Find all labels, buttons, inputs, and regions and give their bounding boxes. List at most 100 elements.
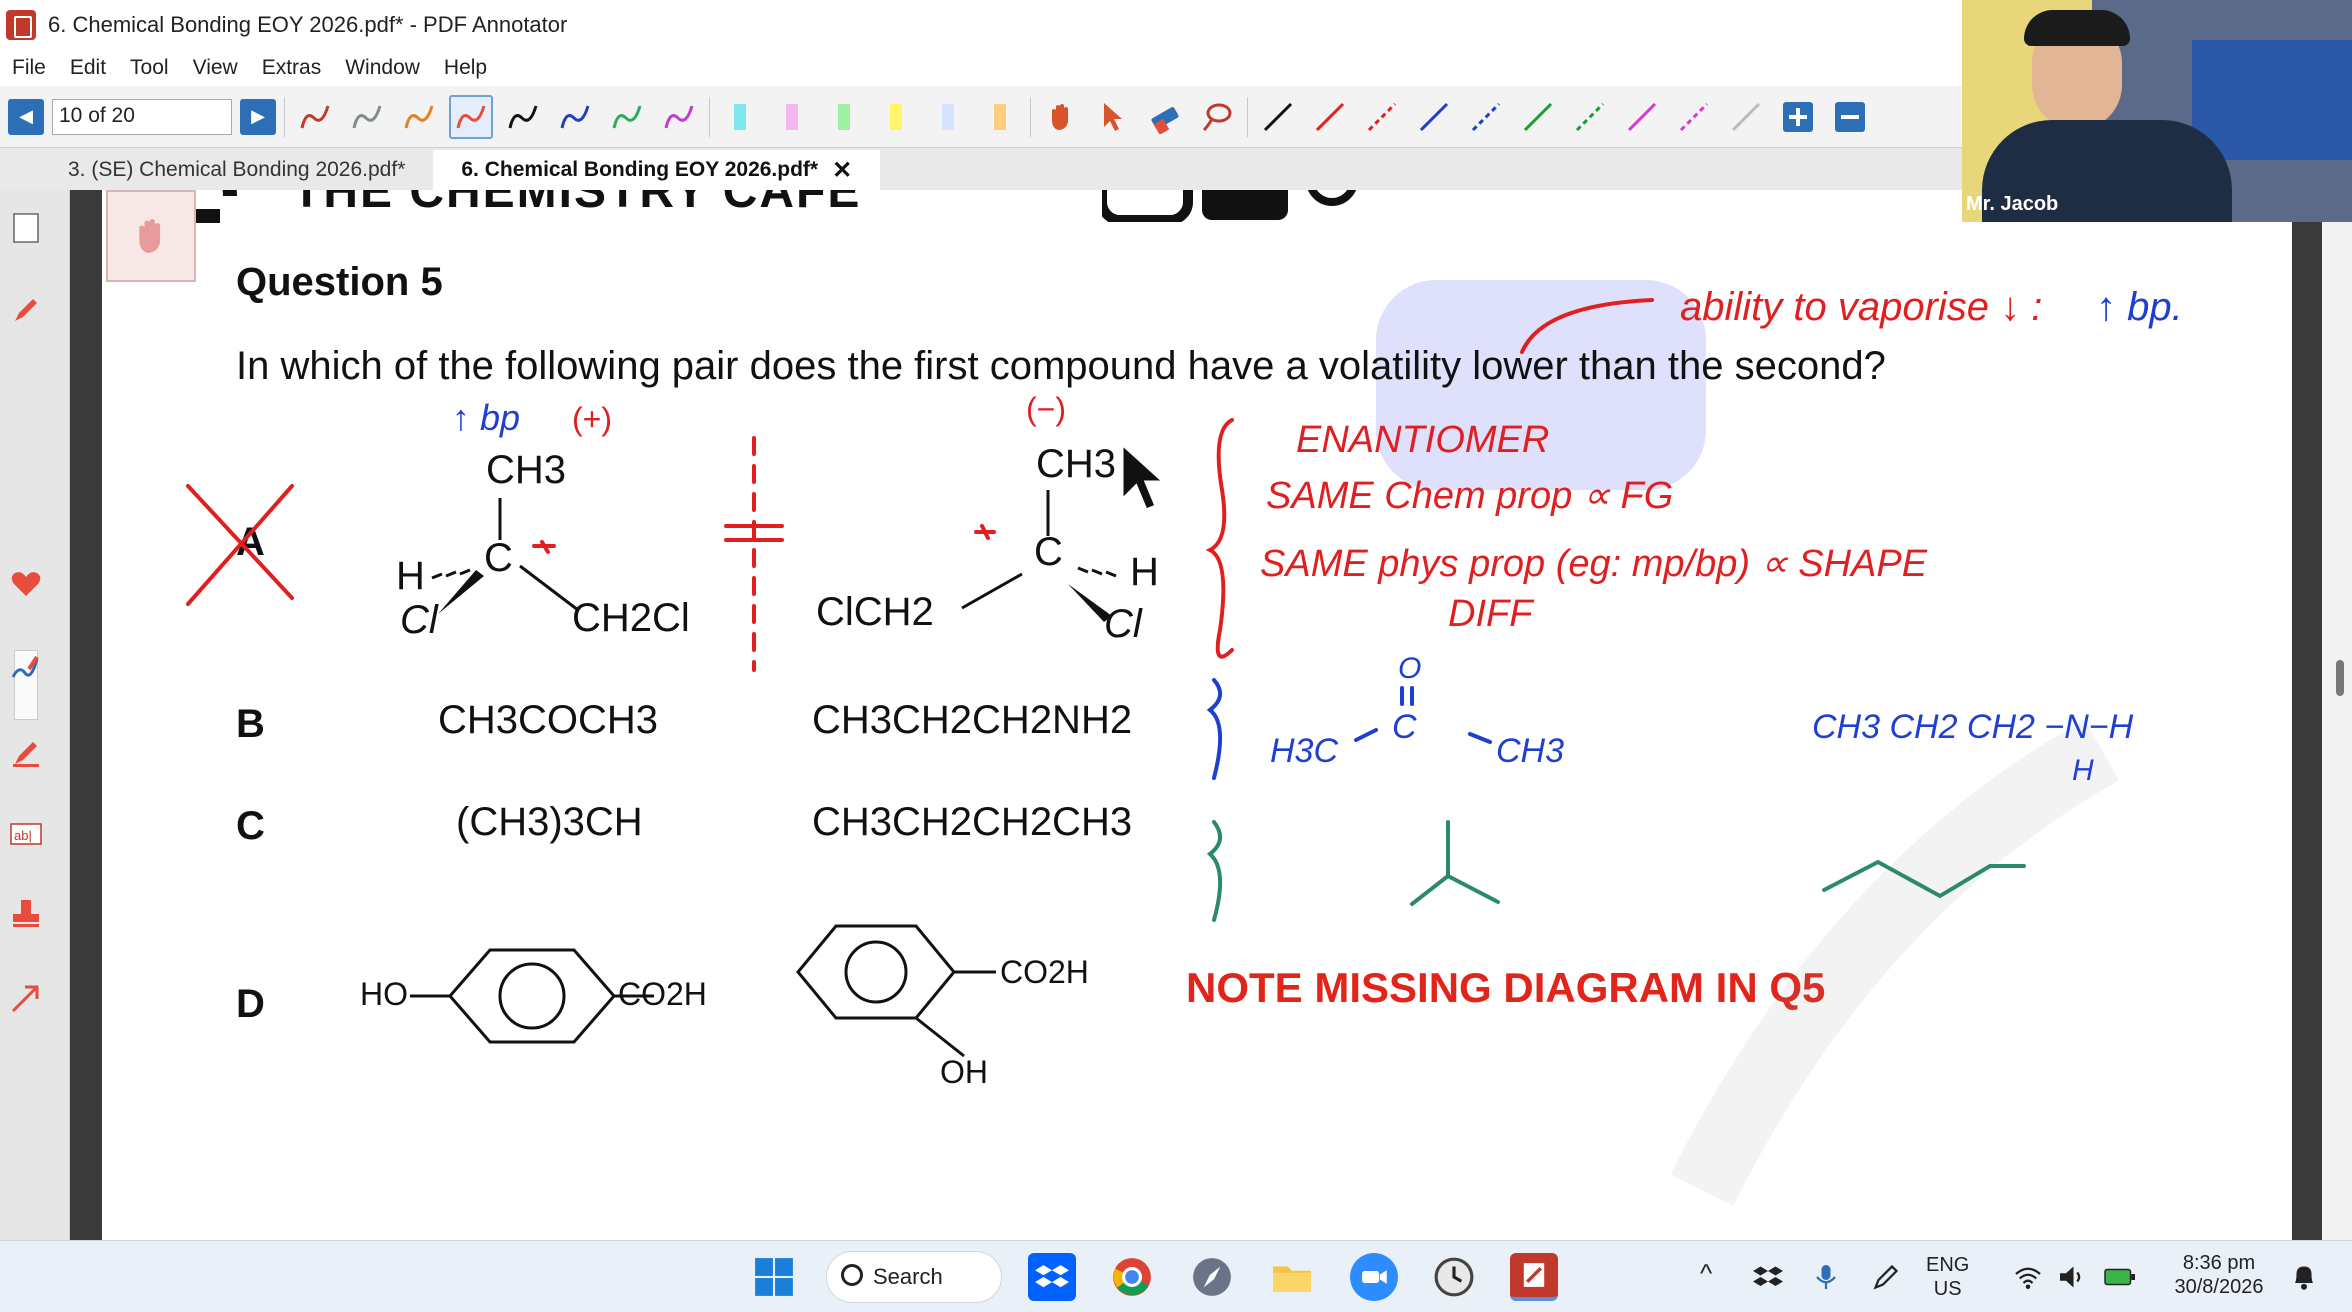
ink-ability-to-vaporise: ability to vaporise ↓ : bbox=[1680, 285, 2042, 329]
tab-label: 6. Chemical Bonding EOY 2026.pdf* bbox=[461, 158, 819, 181]
zoom-in-button[interactable] bbox=[1776, 95, 1820, 139]
menu-extras[interactable]: Extras bbox=[262, 56, 322, 80]
freehand-pen-icon bbox=[560, 105, 590, 128]
line-tool-5-button[interactable] bbox=[1464, 95, 1508, 139]
line-icon bbox=[1315, 102, 1345, 131]
highlighter-tool-6-button[interactable] bbox=[978, 95, 1022, 139]
b-first-compound: CH3COCH3 bbox=[438, 698, 659, 742]
pdf-annotator-icon[interactable] bbox=[1510, 1253, 1558, 1301]
text-box-button[interactable]: ab| bbox=[8, 815, 44, 851]
a2-left-group: ClCH2 bbox=[816, 590, 934, 634]
pen-tool-6-button[interactable] bbox=[553, 95, 597, 139]
a1-center-atom: C bbox=[484, 536, 513, 580]
pen-tray-icon[interactable] bbox=[1868, 1259, 1904, 1295]
close-tab-icon[interactable]: ✕ bbox=[832, 156, 852, 185]
taskbar-search-box[interactable]: Search bbox=[826, 1251, 1002, 1303]
zoom-out-button[interactable] bbox=[1828, 95, 1872, 139]
ink-b-amine: CH3 CH2 CH2 −N−H bbox=[1812, 708, 2134, 746]
taskbar-search-label: Search bbox=[873, 1264, 943, 1289]
notification-icon[interactable] bbox=[2286, 1259, 2322, 1295]
wifi-icon[interactable] bbox=[2010, 1259, 2046, 1295]
line-tool-3-button[interactable] bbox=[1360, 95, 1404, 139]
highlighter-tool-1-button[interactable] bbox=[718, 95, 762, 139]
clock-icon[interactable] bbox=[1430, 1253, 1478, 1301]
ink-up-bp-a: ↑ bp bbox=[452, 397, 520, 438]
select-tool-button[interactable] bbox=[1091, 95, 1135, 139]
line-icon bbox=[1575, 102, 1605, 131]
hand-tool-indicator[interactable] bbox=[106, 190, 196, 282]
stamp-button[interactable] bbox=[8, 895, 44, 931]
a1-left-atom: H bbox=[396, 554, 425, 598]
lasso-tool-button[interactable] bbox=[1195, 95, 1239, 139]
highlighter-tool-3-button[interactable] bbox=[822, 95, 866, 139]
line-tool-1-button[interactable] bbox=[1256, 95, 1300, 139]
line-tool-4-button[interactable] bbox=[1412, 95, 1456, 139]
line-tool-2-button[interactable] bbox=[1308, 95, 1352, 139]
highlighter-tool-5-button[interactable] bbox=[926, 95, 970, 139]
freehand-pen-icon bbox=[300, 105, 330, 128]
line-tool-8-button[interactable] bbox=[1620, 95, 1664, 139]
hand-tool-button[interactable] bbox=[1039, 95, 1083, 139]
page-thumbnail-button[interactable] bbox=[8, 210, 44, 246]
menu-tool[interactable]: Tool bbox=[130, 56, 169, 80]
line-tool-7-button[interactable] bbox=[1568, 95, 1612, 139]
safari-icon[interactable] bbox=[1188, 1253, 1236, 1301]
pen-tool-5-button[interactable] bbox=[501, 95, 545, 139]
question-title: Question 5 bbox=[236, 260, 443, 304]
menu-window[interactable]: Window bbox=[345, 56, 420, 80]
pen-side-button[interactable] bbox=[8, 292, 44, 328]
file-explorer-icon[interactable] bbox=[1268, 1253, 1316, 1301]
highlighter-icon bbox=[838, 103, 850, 130]
vertical-scroll-thumb[interactable] bbox=[2336, 660, 2344, 696]
line-icon bbox=[1471, 102, 1501, 131]
pen-tool-8-button[interactable] bbox=[657, 95, 701, 139]
dropbox-tray-icon[interactable] bbox=[1750, 1259, 1786, 1295]
d1-hydroxy-label: HO bbox=[360, 976, 408, 1012]
b-second-compound: CH3CH2CH2NH2 bbox=[812, 698, 1133, 742]
taskbar-clock[interactable]: 8:36 pm 30/8/2026 bbox=[2164, 1251, 2274, 1299]
pen-tool-3-button[interactable] bbox=[397, 95, 441, 139]
a2-top-group: CH3 bbox=[1036, 442, 1117, 486]
line-tool-9-button[interactable] bbox=[1672, 95, 1716, 139]
heart-icon bbox=[11, 572, 41, 596]
line-tool-10-button[interactable] bbox=[1724, 95, 1768, 139]
eraser-icon bbox=[1151, 106, 1179, 134]
dropbox-icon[interactable] bbox=[1028, 1253, 1076, 1301]
volume-icon[interactable] bbox=[2054, 1259, 2090, 1295]
show-hidden-icons-chevron[interactable]: ^ bbox=[1700, 1260, 1712, 1286]
freehand-pen-icon bbox=[404, 105, 434, 128]
ink-side-button[interactable] bbox=[8, 650, 44, 686]
document-viewport[interactable]: THE CHEMISTRY CAFE Question 5 In which o… bbox=[70, 190, 2352, 1240]
tab-se-chemical-bonding[interactable]: 3. (SE) Chemical Bonding 2026.pdf* bbox=[40, 150, 433, 190]
microphone-icon[interactable] bbox=[1808, 1259, 1844, 1295]
eraser-tool-button[interactable] bbox=[1143, 95, 1187, 139]
favorites-button[interactable] bbox=[8, 566, 44, 602]
d2-benzene-ring bbox=[796, 924, 996, 1058]
menu-edit[interactable]: Edit bbox=[70, 56, 106, 80]
zoom-icon[interactable] bbox=[1350, 1253, 1398, 1301]
page-number-field[interactable]: 10 of 20 bbox=[52, 98, 232, 135]
vertical-scrollbar[interactable] bbox=[2322, 190, 2352, 1240]
battery-icon[interactable] bbox=[2100, 1259, 2140, 1295]
highlighter-side-button[interactable] bbox=[8, 735, 44, 771]
input-language-indicator[interactable]: ENG US bbox=[1926, 1253, 1969, 1301]
pen-tool-2-button[interactable] bbox=[345, 95, 389, 139]
lasso-icon bbox=[1202, 103, 1232, 131]
pen-tool-4-button[interactable] bbox=[449, 94, 493, 139]
pen-tool-1-button[interactable] bbox=[293, 95, 337, 139]
highlighter-tool-4-button[interactable] bbox=[874, 95, 918, 139]
menu-file[interactable]: File bbox=[12, 56, 46, 80]
previous-page-button[interactable]: ◀ bbox=[8, 98, 44, 135]
pen-tool-7-button[interactable] bbox=[605, 95, 649, 139]
menu-help[interactable]: Help bbox=[444, 56, 487, 80]
ink-minus-sign: (−) bbox=[1026, 391, 1066, 427]
tab-chemical-bonding-eoy[interactable]: 6. Chemical Bonding EOY 2026.pdf* ✕ bbox=[433, 150, 881, 190]
next-page-button[interactable]: ▶ bbox=[240, 98, 276, 135]
arrow-tool-button[interactable] bbox=[8, 980, 44, 1016]
menu-view[interactable]: View bbox=[193, 56, 238, 80]
line-tool-6-button[interactable] bbox=[1516, 95, 1560, 139]
highlighter-tool-2-button[interactable] bbox=[770, 95, 814, 139]
ink-b-c: C bbox=[1392, 708, 1417, 746]
chrome-icon[interactable] bbox=[1108, 1253, 1156, 1301]
windows-start-icon[interactable] bbox=[750, 1253, 798, 1301]
